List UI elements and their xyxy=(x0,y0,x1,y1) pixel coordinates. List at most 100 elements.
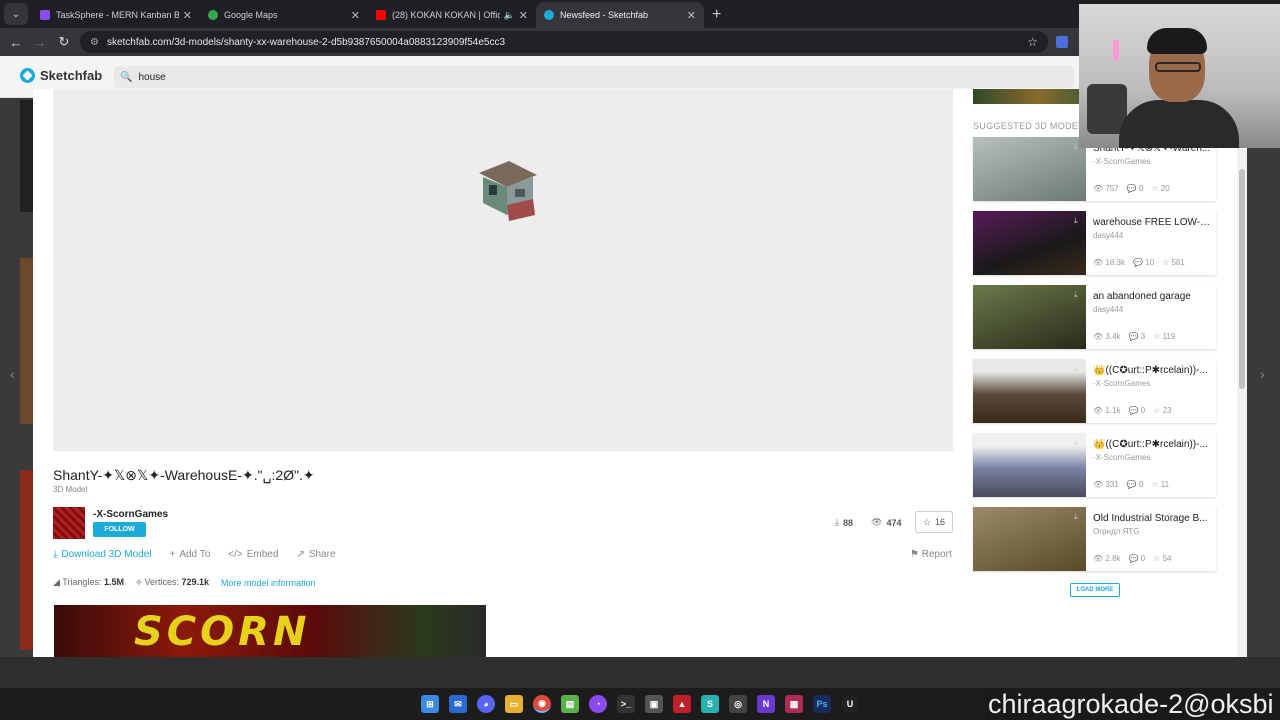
model-type: 3D Model xyxy=(53,485,88,494)
description-banner-image: SCORN xyxy=(54,605,486,657)
triangles-value: 1.5M xyxy=(103,577,124,587)
tab-youtube[interactable]: (28) KOKAN KOKAN | Offici 🔈 ✕ xyxy=(368,2,536,28)
search-icon: 🔍 xyxy=(120,71,133,83)
vs-icon[interactable]: N xyxy=(757,695,775,713)
add-to-button[interactable]: + Add To xyxy=(169,549,210,560)
suggested-comments: 0 xyxy=(1138,184,1144,193)
modal-scrollbar[interactable] xyxy=(1237,149,1247,657)
view-stat: 👁 2.8k xyxy=(1093,554,1121,563)
photoshop-icon[interactable]: Ps xyxy=(813,695,831,713)
close-tab-icon[interactable]: ✕ xyxy=(519,9,528,22)
suggested-card[interactable]: ⤓ an abandoned garage dasy444 👁 3.4k 💬 3… xyxy=(973,285,1216,349)
suggested-card[interactable]: ⤓ warehouse FREE LOW-P... dasy444 👁 18.3… xyxy=(973,211,1216,275)
suggested-card[interactable]: ⤓ 👑((C✪urt::P✱rcelain))-... -X-ScornGame… xyxy=(973,433,1216,497)
windows-icon[interactable]: ⊞ xyxy=(421,695,439,713)
back-arrow-icon[interactable]: ← xyxy=(4,35,28,50)
github-icon[interactable]: ◔ xyxy=(589,695,607,713)
unreal-icon[interactable]: U xyxy=(841,695,859,713)
app4-icon[interactable]: ▦ xyxy=(785,695,803,713)
folder-icon[interactable]: ▭ xyxy=(505,695,523,713)
vertex-icon: ⟡ xyxy=(135,577,142,587)
suggested-comments: 10 xyxy=(1145,258,1155,267)
close-tab-icon[interactable]: ✕ xyxy=(183,9,192,22)
suggested-name: Old Industrial Storage B... xyxy=(1093,513,1208,524)
tab-sketchfab[interactable]: Newsfeed - Sketchfab ✕ xyxy=(536,2,704,28)
suggested-stats: 👁 757 💬 0 ☆ 20 xyxy=(1093,184,1170,193)
download-model-button[interactable]: ⤓ Download 3D Model xyxy=(53,549,151,560)
3d-viewer[interactable] xyxy=(53,89,953,451)
suggested-comments: 3 xyxy=(1140,332,1146,341)
author-avatar[interactable] xyxy=(53,507,85,539)
tab-google-maps[interactable]: Google Maps ✕ xyxy=(200,2,368,28)
tab-search-chevron-icon[interactable]: ⌄ xyxy=(4,3,28,25)
download-label: Download 3D Model xyxy=(61,549,152,560)
suggested-stats: 👁 2.8k 💬 0 ☆ 54 xyxy=(1093,554,1171,563)
suggested-author: -X-ScornGames xyxy=(1093,379,1151,388)
suggested-author: Огрндл ЯТG xyxy=(1093,527,1140,536)
tab-title: (28) KOKAN KOKAN | Offici xyxy=(392,10,500,20)
view-stat: 👁 331 xyxy=(1093,480,1119,489)
app2-icon[interactable]: ▲ xyxy=(673,695,691,713)
tab-taskspace[interactable]: TaskSphere - MERN Kanban Bo ✕ xyxy=(32,2,200,28)
share-icon: ↗ xyxy=(296,549,305,560)
comment-stat: 💬 3 xyxy=(1128,332,1146,341)
app3-icon[interactable]: S xyxy=(701,695,719,713)
close-tab-icon[interactable]: ✕ xyxy=(351,9,360,22)
sketchfab-logo[interactable]: Sketchfab xyxy=(20,68,102,83)
eye-icon: 👁 xyxy=(871,517,883,527)
speaker-icon[interactable]: 🔈 xyxy=(504,10,515,21)
share-button[interactable]: ↗ Share xyxy=(296,549,335,560)
chrome-icon[interactable]: ◉ xyxy=(533,695,551,713)
download-icon: ⤓ xyxy=(1074,290,1078,299)
suggested-author: dasy444 xyxy=(1093,231,1124,240)
suggested-name: 👑((C✪urt::P✱rcelain))-... xyxy=(1093,365,1208,376)
new-tab-plus-icon[interactable]: + xyxy=(712,6,721,24)
address-bar[interactable]: ⚙ sketchfab.com/3d-models/shanty-xx-ware… xyxy=(80,31,1048,53)
maps-favicon-icon xyxy=(208,10,218,20)
like-button[interactable]: ☆ 16 xyxy=(915,511,953,533)
comment-stat: 💬 0 xyxy=(1128,554,1146,563)
person-glasses xyxy=(1155,62,1201,72)
vertices-value: 729.1k xyxy=(181,577,210,587)
download-count: ⤓ 88 xyxy=(835,517,853,528)
comment-stat: 💬 0 xyxy=(1126,480,1144,489)
suggested-card[interactable]: ⤓ 👑((C✪urt::P✱rcelain))-... -X-ScornGame… xyxy=(973,359,1216,423)
like-stat: ☆ 11 xyxy=(1151,480,1170,489)
translate-extension-icon[interactable] xyxy=(1056,36,1068,48)
terminal-icon[interactable]: >_ xyxy=(617,695,635,713)
triangles-stat: ◢ Triangles: 1.5M xyxy=(53,577,124,588)
app-icon[interactable]: ▣ xyxy=(645,695,663,713)
forward-arrow-icon[interactable]: → xyxy=(28,35,52,50)
reload-icon[interactable]: ↻ xyxy=(52,34,76,50)
model-modal: ShantY-✦𝕏⊗𝕏✦-WarehousE-✦."␣:2Ø".✦ 3D Mod… xyxy=(33,89,1247,657)
prev-arrow-icon[interactable]: ‹ xyxy=(10,366,15,382)
close-tab-icon[interactable]: ✕ xyxy=(687,9,696,22)
suggested-author: -X-ScornGames xyxy=(1093,453,1151,462)
suggested-thumb xyxy=(973,211,1086,275)
sketchfab-favicon-icon xyxy=(544,10,554,20)
search-input[interactable]: 🔍 house xyxy=(114,66,1074,88)
vertices-stat: ⟡ Vertices: 729.1k xyxy=(136,577,209,588)
embed-button[interactable]: </> Embed xyxy=(228,549,278,560)
embed-label: Embed xyxy=(246,549,279,560)
site-info-icon[interactable]: ⚙ xyxy=(90,37,99,48)
scrollbar-thumb[interactable] xyxy=(1239,169,1245,389)
bg-card xyxy=(20,258,33,424)
more-model-info-link[interactable]: More model information xyxy=(221,578,316,588)
suggested-likes: 23 xyxy=(1162,406,1172,415)
report-button[interactable]: ⚑ Report xyxy=(910,549,952,560)
search-app-icon[interactable]: ◎ xyxy=(729,695,747,713)
author-name[interactable]: -X-ScornGames xyxy=(93,509,168,520)
load-more-button[interactable]: LOAD MORE xyxy=(1070,583,1120,597)
bookmark-star-icon[interactable]: ☆ xyxy=(1027,35,1038,49)
follow-button[interactable]: FOLLOW xyxy=(93,522,146,537)
notepad-icon[interactable]: ▤ xyxy=(561,695,579,713)
suggested-author: -X-ScornGames xyxy=(1093,157,1151,166)
outlook-icon[interactable]: ✉ xyxy=(449,695,467,713)
comment-stat: 💬 0 xyxy=(1126,184,1144,193)
view-stat: 👁 757 xyxy=(1093,184,1119,193)
suggested-card[interactable]: ⤓ Old Industrial Storage B... Огрндл ЯТG… xyxy=(973,507,1216,571)
discord-icon[interactable]: ◕ xyxy=(477,695,495,713)
download-icon: ⤓ xyxy=(1074,364,1078,373)
next-arrow-icon[interactable]: › xyxy=(1260,366,1265,382)
